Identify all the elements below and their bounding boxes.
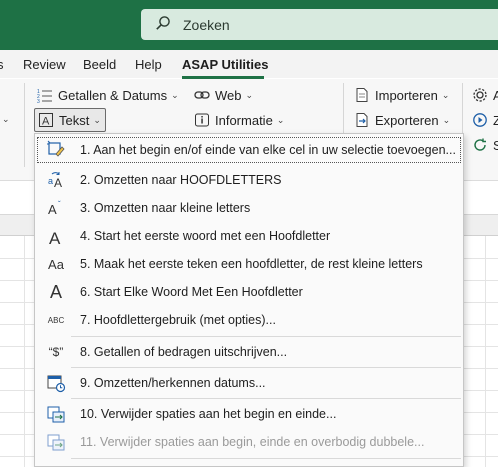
gear-icon [472, 87, 488, 103]
start-button-partial[interactable]: S [472, 137, 498, 153]
menu-item-add-text[interactable]: 1. Aan het begin en/of einde van elke ce… [35, 136, 463, 164]
link-icon [194, 87, 210, 103]
svg-text:a: a [48, 176, 53, 186]
chevron-down-icon: ⌄ [276, 114, 285, 125]
chevron-down-icon: ⌄ [441, 89, 450, 100]
importeren-label: Importeren [375, 87, 438, 103]
tab-beeld[interactable]: Beeld [83, 57, 116, 72]
search-box[interactable]: Zoeken [141, 9, 498, 40]
numbered-list-icon: 123 [37, 87, 53, 103]
menu-item-label: 3. Omzetten naar kleine letters [80, 201, 251, 215]
trim-double-spaces-icon [45, 431, 67, 453]
export-icon [354, 112, 370, 128]
tab-asap-utilities[interactable]: ASAP Utilities [182, 57, 268, 72]
web-button[interactable]: Web ⌄ [194, 87, 253, 103]
info-icon [194, 112, 210, 128]
case-options-icon: ABC [47, 315, 65, 325]
run-button-partial[interactable]: Z [472, 112, 498, 128]
chevron-down-icon: ⌄ [93, 114, 101, 125]
menu-item-label: 10. Verwijder spaties aan het begin en e… [80, 407, 337, 421]
menu-item-lowercase[interactable]: Aˇ 3. Omzetten naar kleine letters [35, 194, 463, 222]
exporteren-button[interactable]: Exporteren ⌄ [354, 112, 450, 128]
spell-number-icon: “$” [48, 345, 64, 359]
getallen-datums-label: Getallen & Datums [58, 87, 168, 103]
menu-separator [71, 367, 461, 368]
svg-text:A: A [48, 202, 57, 217]
search-icon [155, 15, 171, 34]
menu-item-uppercase[interactable]: aA 2. Omzetten naar HOOFDLETTERS [35, 166, 463, 194]
tekst-button[interactable]: A Tekst ⌄ [34, 108, 106, 132]
menu-item-label: 5. Maak het eerste teken een hoofdletter… [80, 257, 423, 271]
informatie-label: Informatie [215, 112, 273, 128]
add-text-icon [45, 139, 67, 161]
menu-item-label: 7. Hoofdlettergebruik (met opties)... [80, 313, 276, 327]
tab-review[interactable]: Review [23, 57, 66, 72]
svg-text:3: 3 [37, 99, 40, 103]
grid-line [485, 236, 486, 467]
informatie-button[interactable]: Informatie ⌄ [194, 112, 284, 128]
start-label-partial: S [493, 137, 498, 153]
menu-item-trim-double-spaces[interactable]: 11. Verwijder spaties aan begin, einde e… [35, 428, 463, 456]
menu-item-label: 4. Start het eerste woord met een Hoofdl… [80, 229, 331, 243]
svg-text:A: A [49, 229, 61, 246]
uppercase-icon: aA [45, 169, 67, 191]
menu-item-sentence-case[interactable]: A 4. Start het eerste woord met een Hoof… [35, 222, 463, 250]
svg-text:ˇ: ˇ [58, 200, 61, 209]
trim-spaces-icon [45, 403, 67, 425]
menu-item-case-options[interactable]: ABC 7. Hoofdlettergebruik (met opties)..… [35, 306, 463, 334]
grid-line [24, 236, 25, 467]
web-label: Web [215, 87, 242, 103]
import-icon [354, 87, 370, 103]
menu-separator [71, 398, 461, 399]
chevron-down-icon: ⌄ [171, 89, 179, 100]
run-label-partial: Z [493, 112, 498, 128]
lowercase-icon: Aˇ [45, 197, 67, 219]
options-label-partial: A [493, 87, 498, 103]
tab-help[interactable]: Help [135, 57, 162, 72]
exporteren-label: Exporteren [375, 112, 439, 128]
tekst-label: Tekst [59, 112, 90, 128]
tekst-dropdown-menu: 1. Aan het begin en/of einde van elke ce… [34, 133, 464, 467]
refresh-icon [472, 137, 488, 153]
getallen-datums-button[interactable]: 123 Getallen & Datums ⌄ [37, 87, 179, 104]
menu-item-capitalize-first[interactable]: Aa 5. Maak het eerste teken een hoofdlet… [35, 250, 463, 278]
chevron-down-icon: ⌄ [442, 114, 451, 125]
title-case-icon: A [49, 281, 62, 302]
calendar-icon [45, 372, 67, 394]
play-icon [472, 112, 488, 128]
menu-item-spell-number[interactable]: “$” 8. Getallen of bedragen uitschrijven… [35, 338, 463, 366]
menu-bar: s Review Beeld Help ASAP Utilities [0, 50, 498, 78]
text-a-icon: A [38, 112, 54, 128]
ribbon-divider [24, 83, 25, 167]
menu-separator [71, 458, 461, 459]
menu-item-label: 11. Verwijder spaties aan begin, einde e… [80, 435, 425, 449]
menu-separator [71, 336, 461, 337]
menu-item-label: 1. Aan het begin en/of einde van elke ce… [80, 143, 456, 157]
options-button-partial[interactable]: A [472, 87, 498, 103]
menu-item-label: 8. Getallen of bedragen uitschrijven... [80, 345, 288, 359]
tab-partial[interactable]: s [0, 57, 4, 72]
menu-item-trim-spaces[interactable]: 10. Verwijder spaties aan het begin en e… [35, 400, 463, 428]
menu-item-label: 6. Start Elke Woord Met Een Hoofdletter [80, 285, 303, 299]
title-bar: Zoeken [0, 0, 498, 50]
menu-item-label: 2. Omzetten naar HOOFDLETTERS [80, 173, 282, 187]
svg-text:A: A [54, 176, 62, 190]
importeren-button[interactable]: Importeren ⌄ [354, 87, 449, 103]
search-placeholder: Zoeken [183, 16, 230, 33]
svg-text:A: A [42, 116, 50, 128]
menu-item-title-case[interactable]: A 6. Start Elke Woord Met Een Hoofdlette… [35, 278, 463, 306]
chevron-down-icon[interactable]: ⌄ [2, 114, 10, 125]
sentence-case-icon: A [45, 225, 67, 247]
menu-item-dates[interactable]: 9. Omzetten/herkennen datums... [35, 369, 463, 397]
chevron-down-icon: ⌄ [245, 89, 254, 100]
capitalize-first-icon: Aa [48, 256, 64, 272]
menu-item-label: 9. Omzetten/herkennen datums... [80, 376, 266, 390]
